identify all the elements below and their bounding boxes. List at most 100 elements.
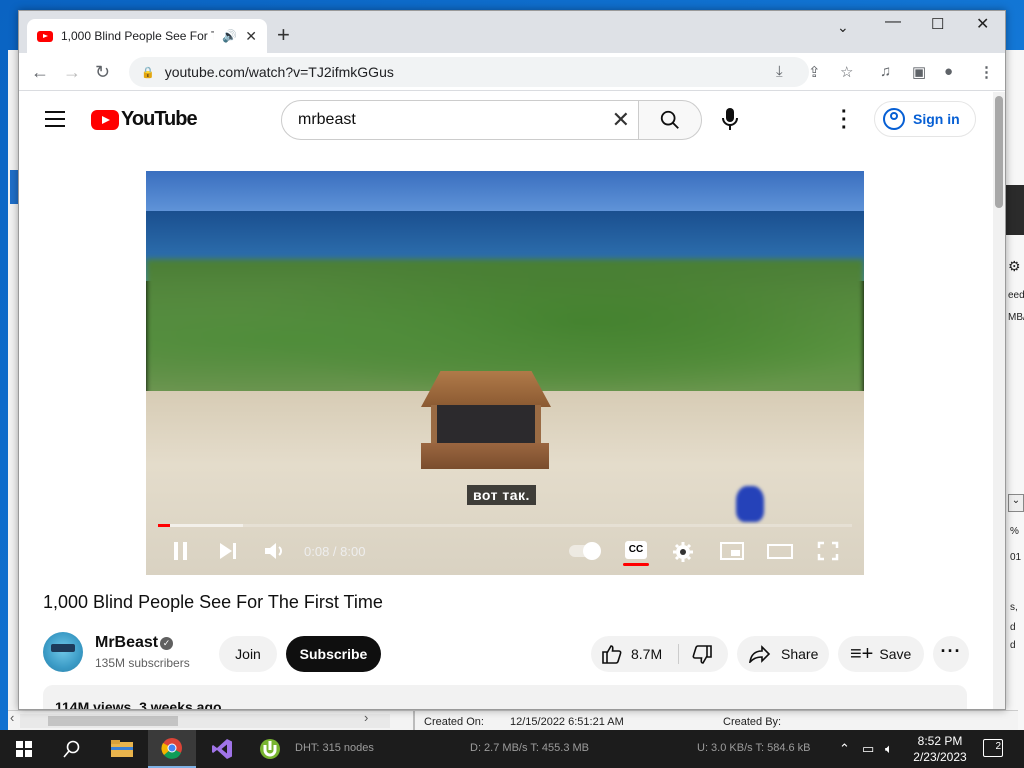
- background-window-bottom: ‹ › Created On: 12/15/2022 6:51:21 AM Cr…: [8, 710, 1018, 731]
- back-icon[interactable]: ←: [31, 62, 49, 83]
- playlist-add-icon: ≡+: [850, 643, 874, 665]
- url-text: youtube.com/watch?v=TJ2ifmkGGus: [164, 64, 394, 80]
- speaker-icon[interactable]: 🔊: [222, 29, 237, 43]
- youtube-play-icon: [91, 109, 119, 130]
- youtube-favicon-icon: [37, 30, 53, 42]
- tray-expand-icon[interactable]: ⌃: [839, 730, 850, 768]
- search-input[interactable]: mrbeast ✕: [281, 100, 639, 140]
- chrome-taskbar-icon[interactable]: [148, 730, 196, 768]
- share-label: Share: [781, 646, 819, 662]
- forward-icon[interactable]: →: [63, 62, 81, 83]
- close-tab-icon[interactable]: ✕: [245, 28, 257, 45]
- time-display: 0:08 / 8:00: [304, 544, 366, 559]
- theater-mode-icon[interactable]: [767, 541, 793, 566]
- media-control-icon[interactable]: ♫: [880, 63, 891, 80]
- dht-status: DHT: 315 nodes: [295, 742, 374, 754]
- background-window-right-toolbar: [1006, 185, 1024, 235]
- tab-title: 1,000 Blind People See For T: [61, 29, 215, 43]
- more-actions-icon[interactable]: ···: [933, 636, 969, 672]
- browser-tab[interactable]: 1,000 Blind People See For T 🔊 ✕: [27, 19, 267, 53]
- youtube-logo-text: YouTube: [121, 108, 198, 130]
- lock-icon[interactable]: 🔒: [141, 66, 155, 79]
- tab-search-icon[interactable]: ⌄: [837, 19, 849, 36]
- share-button[interactable]: Share: [737, 636, 829, 672]
- microphone-icon[interactable]: [719, 106, 741, 137]
- description-box[interactable]: 114M views 3 weeks ago: [43, 685, 967, 710]
- share-page-icon[interactable]: ⇪: [808, 63, 821, 81]
- windows-logo-icon: [16, 741, 32, 757]
- download-status: D: 2.7 MB/s T: 455.3 MB: [470, 742, 590, 754]
- search-value: mrbeast: [298, 111, 356, 128]
- youtube-page: YouTube mrbeast ✕ · · · Sign in вот так.…: [19, 92, 995, 710]
- bg-text: d: [1010, 640, 1016, 651]
- channel-avatar[interactable]: [43, 632, 83, 672]
- minimize-icon[interactable]: —: [885, 13, 901, 31]
- volume-icon[interactable]: [264, 541, 286, 566]
- profile-icon[interactable]: ●: [944, 63, 953, 80]
- reload-icon[interactable]: ↻: [95, 62, 110, 83]
- subscribe-button[interactable]: Subscribe: [286, 636, 381, 672]
- page-scrollbar[interactable]: [993, 92, 1005, 709]
- taskbar-search-button[interactable]: [56, 730, 88, 768]
- side-panel-icon[interactable]: ▣: [912, 63, 926, 81]
- progress-loaded: [158, 524, 243, 527]
- network-icon[interactable]: ▭: [862, 730, 874, 768]
- upload-age: 3 weeks ago: [139, 699, 222, 710]
- file-explorer-icon[interactable]: [100, 730, 144, 768]
- clear-search-icon[interactable]: ✕: [612, 107, 630, 133]
- taskbar-clock[interactable]: 8:52 PM 2/23/2023: [908, 733, 972, 765]
- upload-status: U: 3.0 KB/s T: 584.6 kB: [697, 742, 811, 754]
- created-by-label: Created By:: [723, 716, 782, 728]
- like-separator: [678, 644, 679, 664]
- channel-name[interactable]: MrBeast: [95, 634, 158, 652]
- chevron-down-icon[interactable]: ⌄: [1008, 494, 1024, 512]
- chrome-menu-icon[interactable]: ⋮: [979, 63, 994, 81]
- cc-active-indicator: [623, 563, 649, 566]
- page-scrollbar-thumb[interactable]: [995, 96, 1003, 208]
- scroll-left-icon[interactable]: ‹: [10, 710, 14, 725]
- save-button[interactable]: ≡+ Save: [838, 636, 924, 672]
- subtitles-cc-icon[interactable]: CC: [625, 541, 647, 559]
- scrollbar-thumb[interactable]: [48, 716, 178, 726]
- pause-icon[interactable]: [172, 541, 190, 566]
- thumbs-up-icon[interactable]: [601, 644, 623, 664]
- search-icon: [660, 110, 679, 129]
- sign-in-button[interactable]: Sign in: [874, 101, 976, 137]
- utorrent-icon[interactable]: [248, 730, 292, 768]
- maximize-icon[interactable]: ☐: [931, 15, 944, 33]
- scroll-right-icon[interactable]: ›: [364, 710, 368, 725]
- visual-studio-icon[interactable]: [198, 730, 246, 768]
- browser-window: 1,000 Blind People See For T 🔊 ✕ + ⌄ — ☐…: [18, 10, 1006, 710]
- settings-gear-icon[interactable]: [672, 541, 694, 568]
- start-button[interactable]: [8, 730, 40, 768]
- like-count[interactable]: 8.7M: [631, 646, 662, 662]
- view-count: 114M views: [55, 699, 132, 710]
- settings-kebab-icon[interactable]: · · ·: [841, 102, 848, 138]
- fullscreen-icon[interactable]: [817, 541, 839, 566]
- horizontal-scrollbar[interactable]: [20, 714, 390, 728]
- join-button[interactable]: Join: [219, 636, 277, 672]
- background-window-right: ⚙ eed MB/ ⌄ % 01 s, d d: [1005, 50, 1024, 730]
- miniplayer-icon[interactable]: [720, 541, 744, 566]
- notification-center-icon[interactable]: 2: [983, 739, 1003, 757]
- install-icon[interactable]: ⤓: [776, 63, 783, 80]
- video-player[interactable]: вот так. 0:08 / 8:00 CC: [146, 171, 864, 575]
- close-window-icon[interactable]: ✕: [976, 14, 989, 34]
- bg-text: d: [1010, 622, 1016, 633]
- address-bar[interactable]: 🔒 youtube.com/watch?v=TJ2ifmkGGus: [129, 57, 809, 87]
- new-tab-button[interactable]: +: [277, 24, 290, 46]
- volume-tray-icon[interactable]: 🔈︎: [885, 730, 893, 768]
- autoplay-toggle[interactable]: [569, 542, 601, 560]
- next-video-icon[interactable]: [218, 541, 238, 566]
- hamburger-menu-icon[interactable]: [45, 111, 65, 132]
- created-on-label: Created On:: [424, 716, 484, 728]
- thumbs-down-icon[interactable]: [691, 645, 713, 665]
- masthead: YouTube mrbeast ✕ · · · Sign in: [19, 92, 995, 148]
- bookmark-star-icon[interactable]: ☆: [840, 63, 853, 81]
- youtube-logo[interactable]: YouTube: [91, 108, 198, 131]
- share-arrow-icon: [749, 645, 771, 663]
- progress-bar[interactable]: [158, 524, 852, 527]
- save-label: Save: [879, 646, 912, 662]
- search-button[interactable]: [638, 100, 702, 140]
- background-window-left-stripe: [10, 170, 18, 204]
